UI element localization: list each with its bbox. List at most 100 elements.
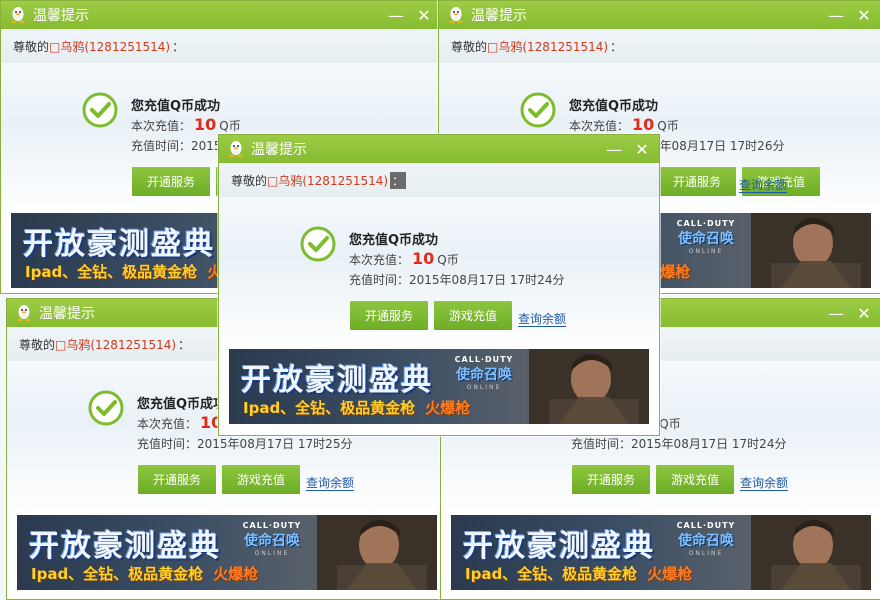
title-bar[interactable]: 温馨提示 — ✕ <box>1 1 441 29</box>
banner-prizes: Ipad、全钻、极品黄金枪 <box>31 565 204 583</box>
greeting-line: 尊敬的 □乌鸦(1281251514) ： <box>219 163 659 197</box>
time-label: 充值时间： <box>131 139 192 153</box>
banner-title: 开放豪测盛典 <box>241 363 433 398</box>
time-line: 充值时间：2015年08月17日 17时24分 <box>571 435 786 452</box>
recharge-dialog-center: 温馨提示 — ✕ 尊敬的 □乌鸦(1281251514) ： 您充值Q币成功 本… <box>218 134 660 436</box>
cod-logo: CALL·DUTY 使命召唤 ONLINE <box>449 355 519 391</box>
greeting-colon: ： <box>172 39 185 54</box>
game-recharge-button[interactable]: 游戏充值 <box>434 301 512 330</box>
amount-label: 本次充值： <box>137 417 198 431</box>
success-message: 您充值Q币成功 <box>131 99 221 114</box>
qq-penguin-icon <box>229 141 243 158</box>
success-message: 您充值Q币成功 <box>349 233 439 248</box>
cod-logo-online: ONLINE <box>688 550 724 557</box>
query-balance-link[interactable]: 查询余额 <box>740 477 789 491</box>
banner-hot: 火爆枪 <box>213 565 259 583</box>
promo-banner[interactable]: 开放豪测盛典 Ipad、全钻、极品黄金枪火爆枪 CALL·DUTY 使命召唤 O… <box>451 515 871 590</box>
soldier-image <box>317 515 437 590</box>
title-bar[interactable]: 温馨提示 — ✕ <box>439 1 880 29</box>
greeting-colon: ： <box>610 39 623 54</box>
amount-line: 本次充值：10Q币 <box>131 115 241 134</box>
close-button[interactable]: ✕ <box>853 1 875 29</box>
cod-logo-online: ONLINE <box>254 550 290 557</box>
cod-logo-cn: 使命召唤 <box>244 533 300 549</box>
minimize-button[interactable]: — <box>385 1 407 29</box>
promo-banner[interactable]: 开放豪测盛典 Ipad、全钻、极品黄金枪火爆枪 CALL·DUTY 使命召唤 O… <box>17 515 437 590</box>
cod-logo-online: ONLINE <box>688 248 724 255</box>
cod-logo: CALL·DUTY 使命召唤 ONLINE <box>237 521 307 557</box>
greeting-prefix: 尊敬的 <box>231 173 268 188</box>
amount-unit: Q币 <box>219 119 241 133</box>
cod-logo-top: CALL·DUTY <box>242 521 302 530</box>
cod-logo-online: ONLINE <box>466 384 502 391</box>
user-nickname: □乌鸦(1281251514) <box>487 39 609 54</box>
banner-title: 开放豪测盛典 <box>29 529 221 564</box>
amount-unit: Q币 <box>659 417 681 431</box>
time-label: 充值时间： <box>137 437 198 451</box>
amount-unit: Q币 <box>437 253 459 267</box>
qq-penguin-icon <box>11 7 25 24</box>
user-nickname: □乌鸦(1281251514) <box>55 337 177 352</box>
greeting-colon: ： <box>390 171 407 189</box>
minimize-button[interactable]: — <box>825 1 847 29</box>
close-button[interactable]: ✕ <box>631 135 653 163</box>
amount-line: 本次充值：10Q币 <box>569 115 679 134</box>
amount-line: 本次充值：10Q币 <box>349 249 459 268</box>
close-button[interactable]: ✕ <box>413 1 435 29</box>
banner-prizes: Ipad、全钻、极品黄金枪 <box>243 399 416 417</box>
banner-hot: 火爆枪 <box>425 399 471 417</box>
game-recharge-button[interactable]: 游戏充值 <box>222 465 300 494</box>
open-service-button[interactable]: 开通服务 <box>132 167 210 196</box>
close-button[interactable]: ✕ <box>853 299 875 327</box>
recharge-time: 2015年08月17日 17时25分 <box>197 437 353 451</box>
cod-logo: CALL·DUTY 使命召唤 ONLINE <box>671 521 741 557</box>
check-circle-icon <box>82 92 118 128</box>
time-label: 充值时间： <box>349 273 410 287</box>
dialog-content: 您充值Q币成功 本次充值：10Q币 充值时间：2015年08月17日 17时24… <box>219 197 659 347</box>
open-service-button[interactable]: 开通服务 <box>350 301 428 330</box>
cod-logo-top: CALL·DUTY <box>454 355 514 364</box>
banner-title: 开放豪测盛典 <box>463 529 655 564</box>
promo-banner[interactable]: 开放豪测盛典 Ipad、全钻、极品黄金枪火爆枪 CALL·DUTY 使命召唤 O… <box>229 349 649 424</box>
amount-label: 本次充值： <box>131 119 192 133</box>
user-nickname: □乌鸦(1281251514) <box>49 39 171 54</box>
open-service-button[interactable]: 开通服务 <box>138 465 216 494</box>
dialog-title: 温馨提示 <box>39 306 95 322</box>
soldier-image <box>529 349 649 424</box>
banner-subtitle: Ipad、全钻、极品黄金枪火爆枪 <box>243 397 470 418</box>
time-line: 充值时间：2015年08月17日 17时25分 <box>137 435 352 452</box>
user-nickname: □乌鸦(1281251514) <box>267 173 389 188</box>
success-message: 您充值Q币成功 <box>569 99 659 114</box>
open-service-button[interactable]: 开通服务 <box>572 465 650 494</box>
time-line: 充值时间：2015年08月17日 17时24分 <box>349 271 564 288</box>
soldier-image <box>751 515 871 590</box>
qq-penguin-icon <box>449 7 463 24</box>
greeting-prefix: 尊敬的 <box>19 337 56 352</box>
amount-unit: Q币 <box>657 119 679 133</box>
banner-subtitle: Ipad、全钻、极品黄金枪火爆枪 <box>465 563 692 584</box>
cod-logo-cn: 使命召唤 <box>678 533 734 549</box>
title-bar[interactable]: 温馨提示 — ✕ <box>219 135 659 163</box>
banner-subtitle: Ipad、全钻、极品黄金枪火爆枪 <box>31 563 258 584</box>
game-recharge-button[interactable]: 游戏充值 <box>656 465 734 494</box>
cod-logo-cn: 使命召唤 <box>456 367 512 383</box>
greeting-line: 尊敬的 □乌鸦(1281251514) ： <box>439 29 880 63</box>
soldier-image <box>751 213 871 288</box>
minimize-button[interactable]: — <box>825 299 847 327</box>
time-label: 充值时间： <box>571 437 632 451</box>
query-balance-link[interactable]: 查询余额 <box>306 477 355 491</box>
success-message: 您充值Q币成功 <box>137 397 227 412</box>
banner-hot: 火爆枪 <box>647 565 693 583</box>
cod-logo: CALL·DUTY 使命召唤 ONLINE <box>671 219 741 255</box>
open-service-button[interactable]: 开通服务 <box>658 167 736 196</box>
cod-logo-top: CALL·DUTY <box>676 219 736 228</box>
amount-value: 10 <box>632 115 655 134</box>
banner-title: 开放豪测盛典 <box>23 227 215 262</box>
query-balance-link[interactable]: 查询余额 <box>518 313 567 327</box>
greeting-colon: ： <box>178 337 191 352</box>
minimize-button[interactable]: — <box>603 135 625 163</box>
banner-prizes: Ipad、全钻、极品黄金枪 <box>25 263 198 281</box>
query-balance-link[interactable]: 查询余额 <box>739 179 788 193</box>
amount-label: 本次充值： <box>569 119 630 133</box>
banner-prizes: Ipad、全钻、极品黄金枪 <box>465 565 638 583</box>
